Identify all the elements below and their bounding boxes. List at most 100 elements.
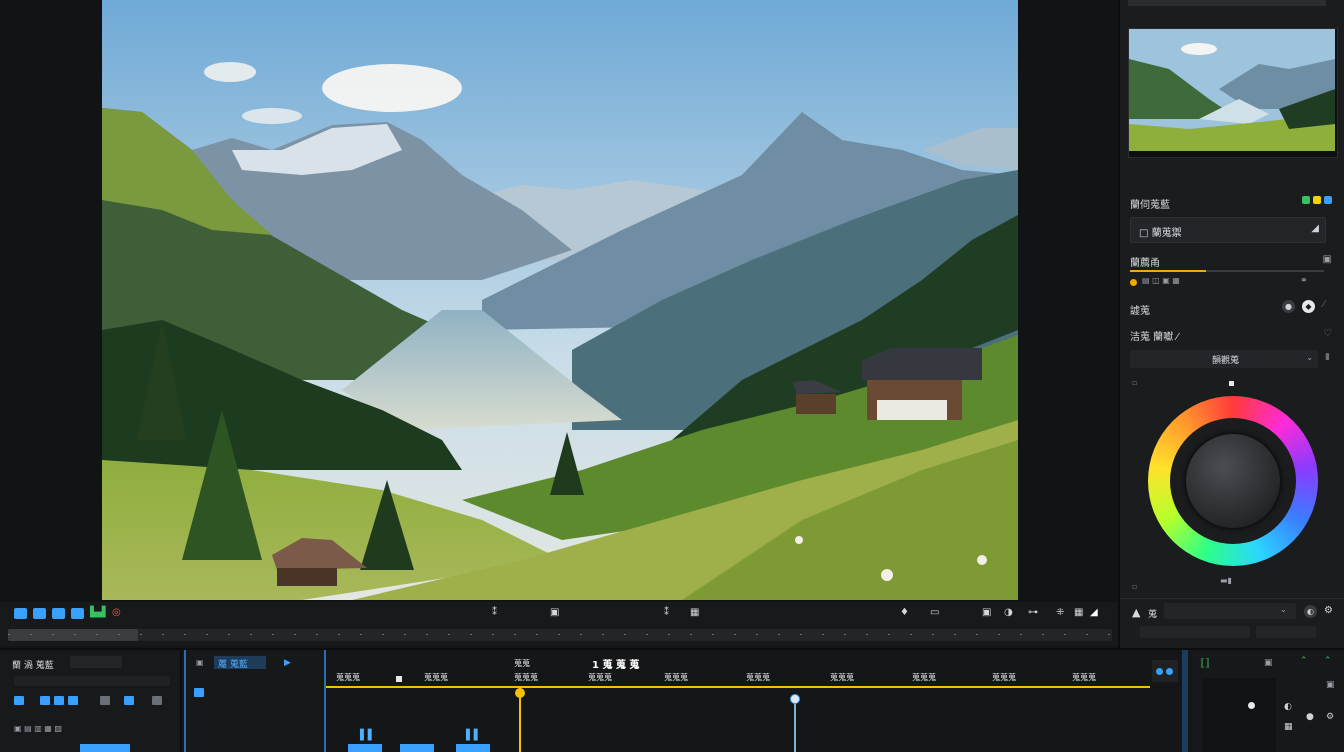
panel-top-bar <box>1128 0 1326 6</box>
color-wheel[interactable] <box>1148 396 1318 566</box>
mode-dropdown[interactable]: 韻觀蒐 ⌄ <box>1130 350 1318 368</box>
scope-icon-a[interactable]: ▣ <box>1264 658 1273 668</box>
mode-dropdown-value: 韻觀蒐 <box>1212 356 1240 366</box>
bottom-bar-right[interactable] <box>1256 626 1316 638</box>
track-active-bar[interactable] <box>80 744 130 752</box>
track-tool-1[interactable] <box>14 696 24 705</box>
link-view-icon[interactable]: ⊶ <box>1028 607 1038 618</box>
section-menu-icon[interactable]: ▣ <box>1323 254 1332 265</box>
wheel-settings-icon[interactable]: ♡ <box>1323 328 1332 339</box>
green-tool-icon[interactable]: ▙▟ <box>90 607 105 618</box>
scope-side-icon-4[interactable]: ⚙ <box>1326 712 1334 722</box>
droplet-icon[interactable]: ◆ <box>1302 300 1315 313</box>
grid-icon[interactable]: ▦ <box>1074 607 1083 618</box>
track-header-panel: 蘭 渦 蒐藍 ▣ ▤ ▥ ▦ ▧ <box>0 650 182 752</box>
audio-icon[interactable]: ♦ <box>900 607 909 618</box>
chevron-down-icon: ⌄ <box>1306 353 1313 362</box>
blue-tool-button-3[interactable] <box>52 608 65 619</box>
track-tool-6[interactable] <box>124 696 134 705</box>
track-icon: ▣ <box>196 658 204 667</box>
clip-marker-2: ▌▌ <box>466 730 482 741</box>
bottom-field[interactable] <box>1164 603 1296 619</box>
record-icon[interactable]: ◎ <box>112 607 121 618</box>
wheel-section-label: 洁蒐 蘭囐 ⁄ <box>1130 332 1179 343</box>
track-enable-toggle[interactable] <box>194 688 204 697</box>
wheel-bottom-icon: ▬▮ <box>1220 576 1232 585</box>
ruler-mark: 蒐蒐蒐 <box>912 673 936 682</box>
marker-icon[interactable]: ⁑ <box>492 607 497 618</box>
timeline-scrollbar[interactable] <box>1182 650 1188 752</box>
clip-3[interactable] <box>456 744 490 752</box>
out-point-icon[interactable]: ▦ <box>690 607 699 618</box>
bottom-toggle-icon[interactable]: ◐ <box>1304 605 1317 618</box>
scope-icon-c[interactable]: ⌃ <box>1324 656 1332 666</box>
track-tool-5[interactable] <box>100 696 110 705</box>
track-tool-4[interactable] <box>68 696 78 705</box>
track-tool-7[interactable] <box>152 696 162 705</box>
wheel-left-icon: ▫ <box>1132 378 1138 387</box>
yellow-swatch[interactable] <box>1313 196 1321 204</box>
wheel-puck[interactable] <box>1186 434 1280 528</box>
wheel-top-marker <box>1229 381 1234 386</box>
blue-tool-button-1[interactable] <box>14 608 27 619</box>
track-tool-3[interactable] <box>54 696 64 705</box>
playhead-handle[interactable] <box>515 688 525 698</box>
zoom-dot-1 <box>1156 668 1163 675</box>
marker-line[interactable] <box>794 696 796 752</box>
dropdown-pin-icon[interactable]: ▮ <box>1325 352 1330 362</box>
blue-tool-button-2[interactable] <box>33 608 46 619</box>
bottom-field-label: 蒐 <box>1148 610 1158 620</box>
bottom-settings-icon[interactable]: ⚙ <box>1324 605 1333 616</box>
blue-swatch[interactable] <box>1324 196 1332 204</box>
scope-icon[interactable]: ◑ <box>1004 607 1013 618</box>
scope-side-icon-2[interactable]: ▦ <box>1284 722 1293 732</box>
clip-2[interactable] <box>400 744 434 752</box>
scrub-ruler[interactable] <box>8 629 1112 641</box>
track-tool-2[interactable] <box>40 696 50 705</box>
track-play-icon[interactable]: ▶ <box>284 658 291 668</box>
wheel-corner-icon: ▫ <box>1132 582 1138 591</box>
scope-toggle-icon[interactable]: ⟦⟧ <box>1200 658 1210 669</box>
more-icon[interactable]: ⁄ <box>1323 300 1325 310</box>
track-list: ▣ 蓭 蒐藍 ▶ <box>184 650 326 752</box>
transport-bar: ▙▟ ◎ ⁑ ▣ ⁑ ▦ ♦ ▭ ▣ ◑ ⊶ ⁜ ▦ ◢ <box>0 602 1118 646</box>
warning-icon: ▲ <box>1132 606 1141 619</box>
track-header-field[interactable] <box>70 656 122 668</box>
blue-tool-button-4[interactable] <box>71 608 84 619</box>
ruler-mark: 蒐蒐蒐 <box>746 673 770 682</box>
vectorscope <box>1202 678 1276 752</box>
ruler-mark: 蒐蒐蒐 <box>336 673 360 682</box>
track-name-field[interactable]: 蓭 蒐藍 <box>214 656 266 670</box>
marker-handle[interactable] <box>790 694 800 704</box>
track-row-icons[interactable]: ▣ ▤ ▥ ▦ ▧ <box>14 724 62 733</box>
amount-slider[interactable] <box>1130 270 1324 272</box>
viewer-icon[interactable]: ▣ <box>982 607 991 618</box>
ruler-top-label: 蒐蒐 <box>514 659 530 668</box>
timeline-zoom-box[interactable] <box>1152 660 1178 682</box>
fullscreen-icon[interactable]: ◢ <box>1090 607 1098 618</box>
flag-icon[interactable]: ▣ <box>550 607 559 618</box>
thumbnail-preview[interactable] <box>1128 28 1338 158</box>
link-icon[interactable]: ⚭ <box>1300 276 1308 286</box>
track-header-title: 蘭 渦 蒐藍 <box>12 661 54 671</box>
green-swatch[interactable] <box>1302 196 1310 204</box>
reset-button[interactable]: ● <box>1282 300 1295 313</box>
tool-icons[interactable]: ▤ ◫ ▣ ▦ <box>1142 276 1222 288</box>
scope-icon-b[interactable]: ⌃ <box>1300 656 1308 666</box>
scope-side-icon-5[interactable]: ▣ <box>1326 680 1335 690</box>
work-area-bar[interactable] <box>326 686 1150 688</box>
bottom-bar-left[interactable] <box>1140 626 1250 638</box>
timeline-area[interactable]: 蒐蒐 1 蒐 蒐 蒐 蒐蒐蒐 蒐蒐蒐 蒐蒐蒐 蒐蒐蒐 蒐蒐蒐 蒐蒐蒐 蒐蒐蒐 蒐… <box>326 650 1150 752</box>
scrub-range <box>8 629 138 641</box>
in-marker[interactable] <box>396 676 402 682</box>
preview-image[interactable] <box>102 0 1018 600</box>
node-field[interactable]: □ 蘭蒐禦 ◢ <box>1130 217 1326 243</box>
in-point-icon[interactable]: ⁑ <box>664 607 669 618</box>
split-icon[interactable]: ⁜ <box>1056 607 1064 618</box>
scope-side-icon-3[interactable]: ● <box>1306 712 1314 722</box>
clip-1[interactable] <box>348 744 382 752</box>
track-header-bar <box>14 676 170 686</box>
dropdown-arrow-icon: ◢ <box>1311 223 1319 234</box>
mute-icon[interactable]: ▭ <box>930 607 939 618</box>
scope-side-icon-1[interactable]: ◐ <box>1284 702 1292 712</box>
